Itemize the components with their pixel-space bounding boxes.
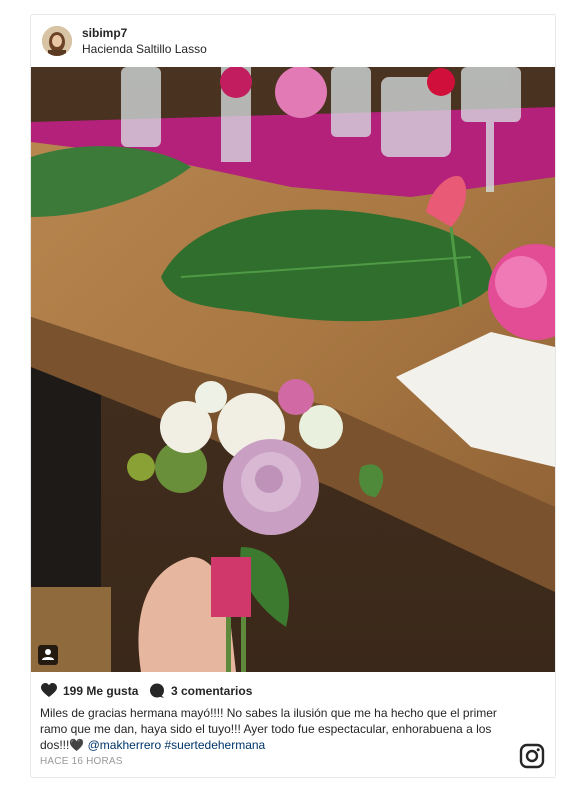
post-timestamp[interactable]: HACE 16 HORAS <box>40 756 123 767</box>
username-link[interactable]: sibimp7 <box>82 26 127 40</box>
likes-count[interactable]: 199 Me gusta <box>63 684 138 698</box>
instagram-logo-icon[interactable] <box>519 743 545 769</box>
location-link[interactable]: Hacienda Saltillo Lasso <box>82 42 207 56</box>
comments-count[interactable]: 3 comentarios <box>171 684 252 698</box>
caption-tags-link[interactable]: @makherrero #suertedehermana <box>88 738 266 752</box>
post-header: sibimp7 Hacienda Saltillo Lasso <box>31 15 555 67</box>
heart-icon[interactable] <box>41 683 57 701</box>
comment-bubble-icon[interactable] <box>149 683 165 702</box>
person-tag-icon[interactable] <box>38 645 58 665</box>
post-caption: Miles de gracias hermana mayó!!!! No sab… <box>40 705 510 753</box>
instagram-embed-card: sibimp7 Hacienda Saltillo Lasso 199 Me g… <box>30 14 556 778</box>
avatar[interactable] <box>42 26 72 56</box>
post-photo[interactable] <box>31 67 555 672</box>
